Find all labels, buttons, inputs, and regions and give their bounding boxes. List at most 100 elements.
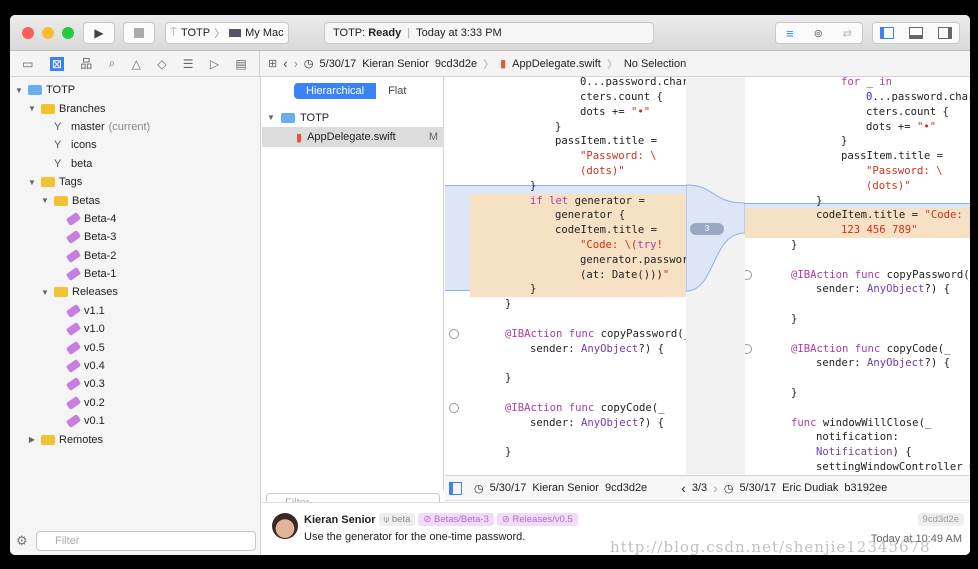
tree-item[interactable]: v0.1 (10, 412, 260, 430)
disclosure-icon[interactable]: ▼ (14, 86, 24, 95)
sidebar-toggle-icon[interactable] (449, 481, 462, 495)
disclosure-icon[interactable]: ▼ (40, 196, 50, 205)
file-row[interactable]: ▮ AppDelegate.swift M (262, 127, 444, 147)
change-count-badge[interactable]: 3 (690, 223, 724, 235)
test-icon[interactable]: ◇ (157, 57, 166, 71)
tree-item-label: Branches (59, 102, 106, 115)
jump-author[interactable]: Kieran Senior (362, 58, 429, 70)
commit-hash[interactable]: 9cd3d2e (917, 513, 964, 526)
xcode-window: ▶ ⍑ TOTP 〉 My Mac TOTP: Ready | Today at 3:33 … (10, 15, 970, 555)
action-connection-icon[interactable] (449, 402, 459, 413)
breakpoint-icon[interactable]: ▷ (210, 57, 219, 71)
action-connection-icon[interactable] (745, 343, 752, 354)
folder-icon (41, 434, 55, 445)
branch-icon: Y (54, 139, 62, 152)
right-date[interactable]: 5/30/17 (739, 482, 776, 494)
code-token: ...password.chara (872, 91, 970, 103)
disclosure-icon[interactable]: ▼ (40, 288, 50, 297)
disclosure-icon[interactable]: ▼ (27, 178, 37, 187)
stop-button[interactable] (123, 22, 155, 44)
tree-item[interactable]: ▼ TOTP (10, 81, 260, 99)
status-state: Ready (368, 27, 402, 39)
swift-file-icon: ▮ (296, 131, 303, 144)
left-commit[interactable]: 9cd3d2e (605, 482, 647, 494)
revision-position: 3/3 (691, 482, 708, 494)
jump-file[interactable]: AppDelegate.swift (512, 58, 601, 70)
code-token: "•" (917, 120, 937, 133)
code-token: sender: (530, 342, 582, 355)
comparison-bar: ◷ 5/30/17 Kieran Senior 9cd3d2e ‹ 3/3 › ◷ 5/30… (445, 475, 970, 501)
run-button[interactable]: ▶ (83, 22, 115, 44)
jump-date[interactable]: 5/30/17 (320, 58, 357, 70)
tree-item[interactable]: Ymaster (current) (10, 118, 260, 136)
report-icon[interactable]: ▤ (235, 57, 246, 71)
navigator-panel-icon[interactable] (880, 27, 895, 39)
forward-icon[interactable]: › (294, 56, 298, 71)
tree-item[interactable]: v1.0 (10, 320, 260, 338)
view-toggle-group (872, 22, 960, 44)
code-line: "Password: \ (866, 164, 943, 179)
tree-item[interactable]: Yicons (10, 136, 260, 154)
next-icon[interactable]: › (713, 480, 718, 496)
tree-item[interactable]: v1.1 (10, 302, 260, 320)
scheme-selector[interactable]: ⍑ TOTP 〉 My Mac (165, 22, 289, 44)
source-control-icon[interactable]: ⊠ (49, 56, 64, 71)
navigator-filter-input[interactable]: Filter (36, 531, 256, 551)
debug-panel-icon[interactable] (908, 27, 923, 39)
tab-flat[interactable]: Flat (376, 83, 418, 99)
version-editor-icon[interactable]: ⇄ (843, 27, 852, 40)
back-icon[interactable]: ‹ (283, 56, 287, 71)
assistant-editor-icon[interactable]: ⊚ (814, 27, 823, 40)
tab-hierarchical[interactable]: Hierarchical (294, 83, 377, 99)
diff-left-pane[interactable]: 0...password.chara cters.count {dots += "… (445, 77, 686, 490)
symbol-icon[interactable]: 品 (80, 55, 92, 72)
code-token: } (816, 194, 823, 207)
action-connection-icon[interactable] (745, 269, 752, 280)
minimize-button[interactable] (42, 27, 54, 39)
debug-icon[interactable]: ☰ (183, 57, 194, 71)
search-icon[interactable]: ⌕ (109, 56, 116, 71)
tree-item[interactable]: Beta-3 (10, 228, 260, 246)
action-connection-icon[interactable] (449, 328, 459, 339)
code-token: generator { (555, 209, 626, 222)
tree-item[interactable]: Ybeta (10, 155, 260, 173)
inspector-panel-icon[interactable] (937, 27, 952, 39)
disclosure-icon[interactable]: ▶ (27, 435, 37, 444)
disclosure-icon[interactable]: ▼ (27, 104, 37, 113)
tree-item[interactable]: v0.3 (10, 375, 260, 393)
left-date[interactable]: 5/30/17 (490, 482, 527, 494)
jump-selection[interactable]: No Selection (624, 58, 686, 70)
tree-item[interactable]: Beta-4 (10, 210, 260, 228)
tree-item-label: icons (71, 139, 97, 152)
right-commit[interactable]: b3192ee (844, 482, 887, 494)
file-root[interactable]: ▼ TOTP (266, 109, 329, 126)
tree-item[interactable]: Beta-1 (10, 265, 260, 283)
right-author[interactable]: Eric Dudiak (782, 482, 838, 494)
tree-item[interactable]: v0.5 (10, 338, 260, 356)
jump-commit[interactable]: 9cd3d2e (435, 58, 477, 70)
left-author[interactable]: Kieran Senior (532, 482, 599, 494)
diff-gutter: 3 (685, 77, 746, 475)
previous-icon[interactable]: ‹ (681, 480, 686, 496)
tag-icon (65, 414, 82, 429)
tree-item[interactable]: ▼ Tags (10, 173, 260, 191)
code-line: @IBAction func copyPassword(_ (505, 327, 686, 342)
diff-right-pane[interactable]: for _ in 0...password.chara cters.count {d… (745, 77, 970, 490)
tree-item[interactable]: ▼ Releases (10, 283, 260, 301)
standard-editor-icon[interactable]: ≡ (786, 26, 794, 41)
clock-icon: ◷ (723, 482, 734, 495)
tree-item[interactable]: v0.4 (10, 357, 260, 375)
tree-item[interactable]: Beta-2 (10, 247, 260, 265)
tree-item[interactable]: ▼ Branches (10, 99, 260, 117)
code-token: notification: (816, 431, 899, 444)
code-token: sender: (816, 283, 868, 296)
warning-icon[interactable]: △ (132, 57, 141, 71)
tree-item[interactable]: ▼ Betas (10, 191, 260, 209)
tree-item[interactable]: ▶ Remotes (10, 430, 260, 448)
close-button[interactable] (22, 27, 34, 39)
zoom-button[interactable] (62, 27, 74, 39)
grid-icon[interactable]: ⊞ (268, 57, 277, 70)
settings-icon[interactable]: ⚙ (16, 533, 28, 549)
tree-item[interactable]: v0.2 (10, 394, 260, 412)
folder-icon[interactable]: ▭ (22, 57, 33, 71)
